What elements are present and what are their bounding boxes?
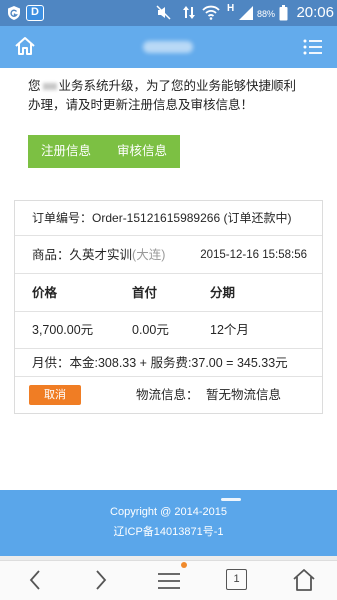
cancel-order-button[interactable]: 取消 [29, 385, 81, 405]
product-row: 商品：久英才实训(大连) 2015-12-16 15:58:56 [15, 236, 322, 274]
order-number-label: 订单编号： [32, 211, 93, 225]
action-buttons: 注册信息 审核信息 [28, 135, 180, 168]
logistics-label: 物流信息： [136, 388, 199, 402]
wifi-icon [202, 5, 220, 20]
menu-list-icon[interactable] [303, 39, 323, 55]
signal-bars-icon [239, 6, 253, 20]
product-line: 商品：久英才实训(大连) [32, 236, 165, 274]
scroll-indicator [221, 498, 241, 501]
price-header-row: 价格 首付 分期 [15, 274, 322, 312]
notice-line-1-start: 您 [28, 79, 41, 93]
column-price: 价格 [32, 286, 58, 300]
order-status: (订单还款中) [223, 211, 292, 225]
notice-line-2: 办理，请及时更新注册信息及审核信息！ [28, 98, 254, 112]
product-location: (大连) [132, 248, 166, 262]
data-arrows-icon [183, 6, 195, 19]
register-info-button[interactable]: 注册信息 [28, 135, 104, 168]
order-number-line: 订单编号：Order-15121615989266 (订单还款中) [32, 201, 291, 236]
forward-icon[interactable] [93, 569, 109, 591]
column-installments: 分期 [210, 286, 236, 300]
price-value-row: 3,700.00元 0.00元 12个月 [15, 312, 322, 349]
battery-icon [279, 5, 288, 21]
price-value: 3,700.00元 [32, 323, 94, 337]
upgrade-notice: 您 业务系统升级，为了您的业务能够快捷顺利 办理，请及时更新注册信息及审核信息！ [28, 77, 328, 115]
menu-icon[interactable] [156, 571, 182, 591]
network-type: H [227, 3, 235, 14]
installments-value: 12个月 [210, 323, 249, 337]
product-label: 商品： [32, 248, 70, 262]
mute-icon [156, 5, 171, 20]
obscured-text [42, 83, 57, 91]
clock-time: 20:06 [296, 4, 334, 21]
order-number-row: 订单编号：Order-15121615989266 (订单还款中) [15, 201, 322, 236]
notification-dot [181, 562, 187, 568]
down-payment-value: 0.00元 [132, 323, 169, 337]
order-card: 订单编号：Order-15121615989266 (订单还款中) 商品：久英才… [14, 200, 323, 414]
notice-line-1: 您 业务系统升级，为了您的业务能够快捷顺利 [28, 77, 328, 96]
status-bar: D H 88% 20:06 [0, 0, 337, 26]
shield-app-icon [8, 6, 20, 20]
order-created-at: 2015-12-16 15:58:56 [200, 249, 307, 261]
logistics-row: 取消 物流信息： 暂无物流信息 [15, 377, 322, 413]
footer-copyright: Copyright @ 2014-2015 [110, 506, 227, 518]
home-icon[interactable] [14, 36, 36, 56]
browser-home-icon[interactable] [292, 568, 316, 592]
logistics-value: 暂无物流信息 [206, 388, 282, 402]
audit-info-button[interactable]: 审核信息 [104, 135, 180, 168]
battery-percent: 88% [257, 9, 276, 19]
tabs-icon[interactable]: 1 [226, 569, 247, 590]
monthly-payment-row: 月供：本金:308.33 + 服务费:37.00 = 345.33元 [15, 349, 322, 377]
d-app-icon: D [26, 5, 44, 21]
order-number: Order-15121615989266 [92, 211, 221, 225]
obscured-page-title [143, 41, 193, 53]
column-down-payment: 首付 [132, 286, 158, 300]
product-name: 久英才实训 [69, 248, 133, 262]
monthly-payment: 月供：本金:308.33 + 服务费:37.00 = 345.33元 [32, 356, 288, 370]
browser-toolbar: 1 [0, 560, 337, 600]
footer-icp-number: 辽ICP备14013871号-1 [113, 526, 224, 538]
site-footer: Copyright @ 2014-2015 辽ICP备14013871号-1 [0, 490, 337, 556]
notice-line-1-rest: 业务系统升级，为了您的业务能够快捷顺利 [58, 79, 297, 93]
back-icon[interactable] [27, 569, 43, 591]
site-header [0, 26, 337, 68]
